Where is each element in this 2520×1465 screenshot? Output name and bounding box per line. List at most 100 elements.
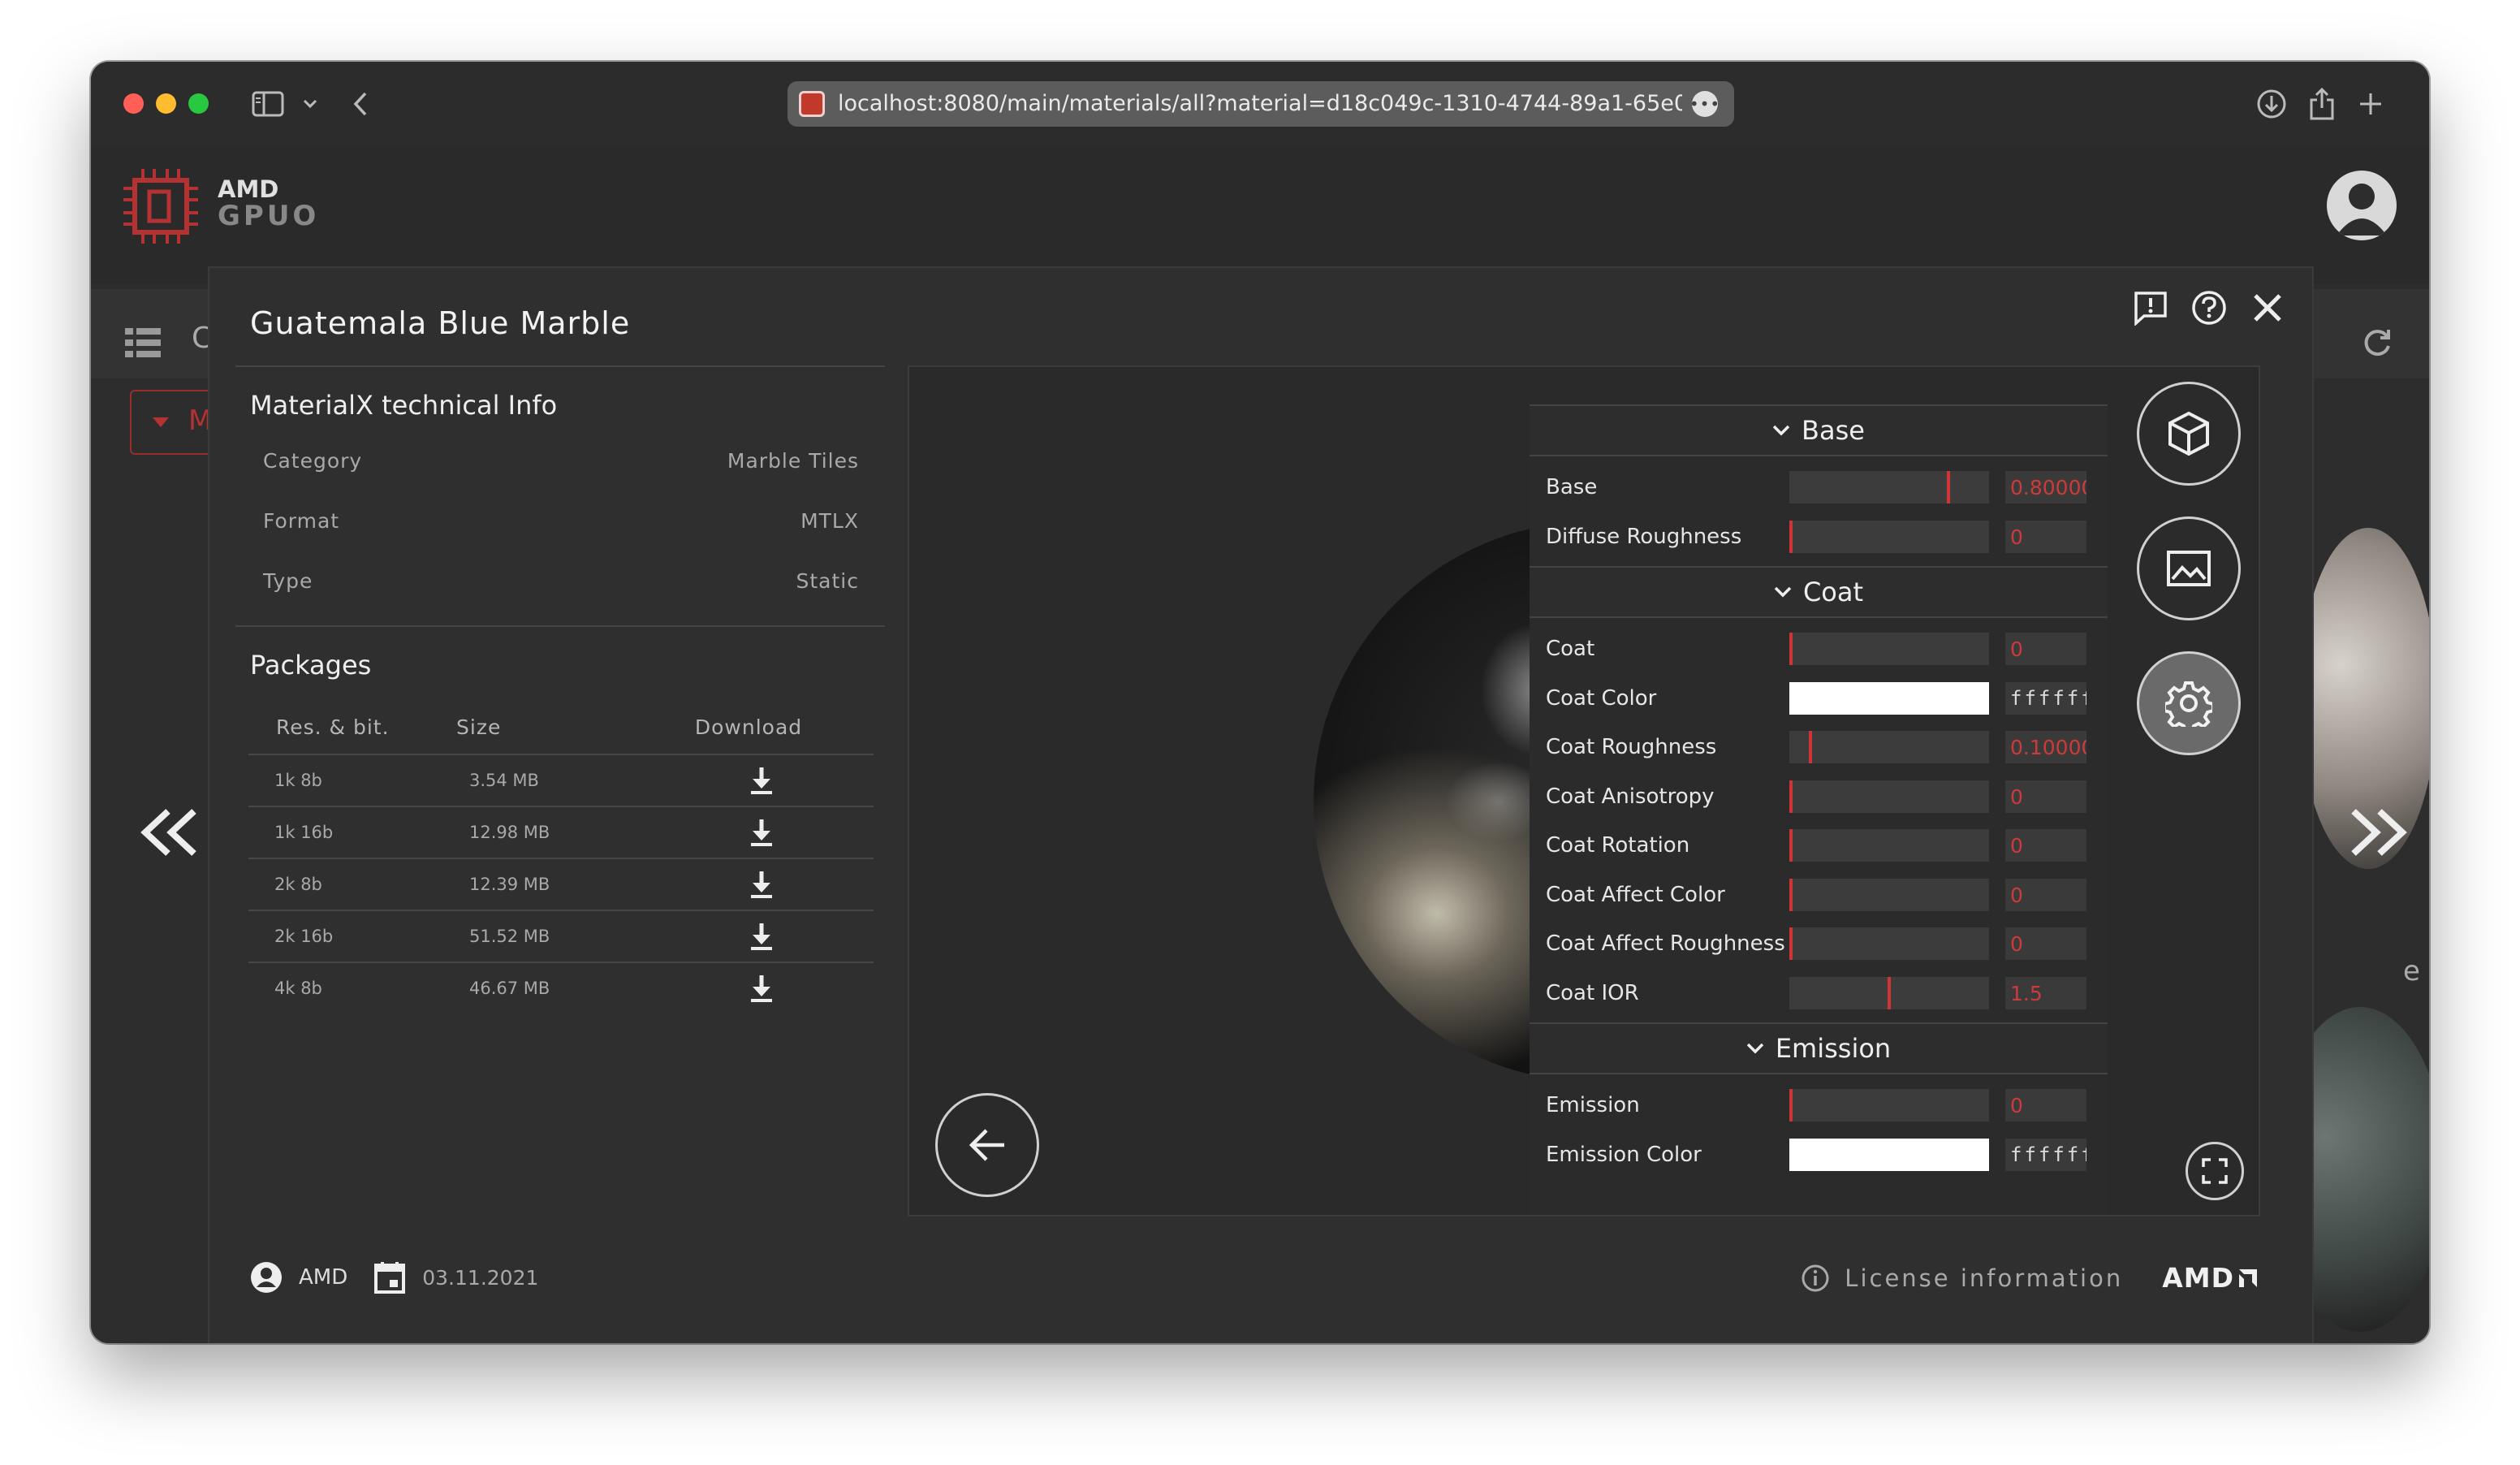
slider-thumb[interactable] xyxy=(1789,1089,1793,1122)
property-value-input[interactable]: ffffff xyxy=(2005,1138,2086,1171)
package-size: 51.52 MB xyxy=(469,927,550,946)
slider-thumb[interactable] xyxy=(1789,878,1793,911)
info-label: Type xyxy=(263,568,313,593)
material-preview-viewer[interactable]: Base Base 0.80000 Diffuse Roughness 0 Coat Coa… xyxy=(908,365,2260,1217)
property-value-input[interactable]: 1.5 xyxy=(2005,976,2086,1009)
next-material-icon[interactable] xyxy=(2341,796,2414,869)
chevron-down-icon[interactable] xyxy=(292,86,328,122)
model-view-button[interactable] xyxy=(2137,382,2241,486)
feedback-icon[interactable] xyxy=(2130,287,2171,328)
slider-thumb[interactable] xyxy=(1789,780,1793,813)
settings-button[interactable] xyxy=(2137,651,2241,755)
previous-material-icon[interactable] xyxy=(133,796,206,869)
property-value-input[interactable]: 0 xyxy=(2005,1089,2086,1122)
property-slider[interactable] xyxy=(1789,927,1989,961)
refresh-icon xyxy=(2359,325,2395,364)
texture-view-button[interactable] xyxy=(2137,516,2241,620)
property-value-input[interactable]: ffffff xyxy=(2005,681,2086,715)
property-value-input[interactable]: 0 xyxy=(2005,780,2086,813)
back-button[interactable] xyxy=(935,1093,1039,1197)
property-slider[interactable] xyxy=(1789,633,1989,666)
package-resolution: 4k 8b xyxy=(274,979,322,998)
zoom-window-button[interactable] xyxy=(188,93,209,114)
minimize-window-button[interactable] xyxy=(156,93,176,114)
slider-thumb[interactable] xyxy=(1809,731,1813,764)
property-slider[interactable] xyxy=(1789,780,1989,813)
info-label: Format xyxy=(263,508,340,533)
site-favicon-icon xyxy=(799,91,825,117)
material-detail-modal: Guatemala Blue Marble MaterialX technica… xyxy=(209,268,2312,1343)
download-icon xyxy=(751,871,772,898)
slider-thumb[interactable] xyxy=(1888,976,1891,1009)
group-header-base[interactable]: Base xyxy=(1530,404,2108,456)
fullscreen-icon xyxy=(2202,1158,2228,1184)
license-link[interactable]: License information xyxy=(1845,1264,2123,1292)
package-size: 12.39 MB xyxy=(469,875,550,894)
slider-thumb[interactable] xyxy=(1789,633,1793,666)
table-row: 2k 8b 12.39 MB xyxy=(248,858,874,910)
property-value-input[interactable]: 0.80000 xyxy=(2005,471,2086,504)
download-button[interactable] xyxy=(680,766,843,795)
property-label: Coat IOR xyxy=(1546,980,1639,1005)
download-icon xyxy=(751,767,772,794)
close-window-button[interactable] xyxy=(123,93,144,114)
technical-info-title: MaterialX technical Info xyxy=(250,390,558,421)
color-swatch[interactable] xyxy=(1789,681,1989,715)
download-button[interactable] xyxy=(680,870,843,899)
download-button[interactable] xyxy=(680,922,843,951)
property-slider[interactable] xyxy=(1789,829,1989,862)
close-icon[interactable] xyxy=(2247,287,2288,328)
avatar[interactable] xyxy=(2327,171,2397,240)
share-icon[interactable] xyxy=(2304,86,2340,122)
slider-thumb[interactable] xyxy=(1789,829,1793,862)
back-nav-icon[interactable] xyxy=(343,86,378,122)
property-slider[interactable] xyxy=(1789,471,1989,504)
group-header-emission[interactable]: Emission xyxy=(1530,1022,2108,1074)
property-label: Coat xyxy=(1546,637,1595,662)
color-swatch[interactable] xyxy=(1789,1138,1989,1171)
brand-logo-text: AMD xyxy=(2162,1262,2234,1294)
package-size: 3.54 MB xyxy=(469,771,539,790)
property-value-input[interactable]: 0.10000 xyxy=(2005,731,2086,764)
date-text: 03.11.2021 xyxy=(422,1265,539,1290)
property-slider[interactable] xyxy=(1789,731,1989,764)
group-header-coat[interactable]: Coat xyxy=(1530,566,2108,618)
property-label: Base xyxy=(1546,475,1598,500)
property-slider[interactable] xyxy=(1789,520,1989,553)
downloads-icon[interactable] xyxy=(2254,86,2289,122)
property-value-input[interactable]: 0 xyxy=(2005,520,2086,553)
url-bar[interactable]: localhost:8080/main/materials/all?materi… xyxy=(788,81,1734,127)
property-value-input[interactable]: 0 xyxy=(2005,829,2086,862)
help-icon[interactable] xyxy=(2189,287,2229,328)
info-value: Static xyxy=(796,568,859,593)
browser-window: localhost:8080/main/materials/all?materi… xyxy=(91,62,2429,1343)
download-icon xyxy=(751,923,772,950)
app-logo-text: AMD xyxy=(218,175,279,203)
download-button[interactable] xyxy=(680,818,843,847)
gear-icon xyxy=(2165,681,2212,727)
property-row: Base 0.80000 xyxy=(1530,463,2108,512)
info-label: Category xyxy=(263,448,363,473)
group-title: Coat xyxy=(1802,577,1864,607)
property-slider[interactable] xyxy=(1789,1089,1989,1122)
sidebar-toggle-icon[interactable] xyxy=(250,86,286,122)
property-slider[interactable] xyxy=(1789,878,1989,911)
property-value-input[interactable]: 0 xyxy=(2005,878,2086,911)
property-label: Emission xyxy=(1546,1093,1640,1118)
info-icon xyxy=(1802,1264,1829,1291)
more-icon[interactable]: ••• xyxy=(1689,91,1720,117)
property-value-input[interactable]: 0 xyxy=(2005,633,2086,666)
divider xyxy=(235,625,885,627)
property-value-input[interactable]: 0 xyxy=(2005,927,2086,961)
slider-thumb[interactable] xyxy=(1946,471,1950,504)
app-header: AMD GPUO xyxy=(91,146,2429,284)
background-label: e xyxy=(2403,955,2420,987)
slider-thumb[interactable] xyxy=(1789,520,1793,553)
background-dropdown-label: M xyxy=(188,404,213,437)
new-tab-icon[interactable] xyxy=(2353,86,2388,122)
fullscreen-button[interactable] xyxy=(2186,1142,2244,1200)
download-button[interactable] xyxy=(680,974,843,1003)
property-label: Coat Roughness xyxy=(1546,735,1717,760)
property-slider[interactable] xyxy=(1789,976,1989,1009)
slider-thumb[interactable] xyxy=(1789,927,1793,961)
